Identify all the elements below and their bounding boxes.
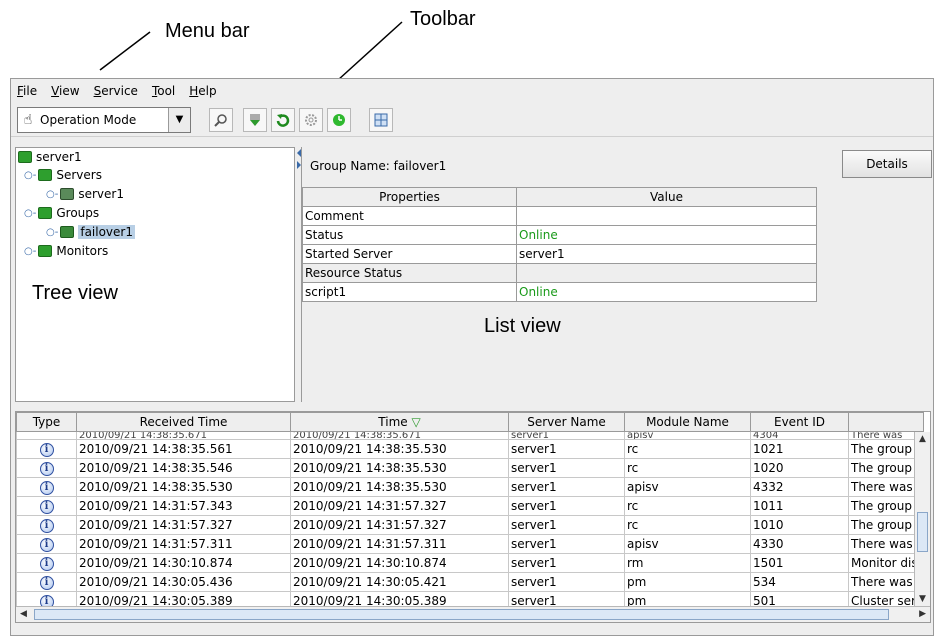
properties-table: Properties Value Comment Status Online S… — [302, 187, 817, 302]
info-icon: i — [39, 519, 54, 533]
scroll-thumb[interactable] — [917, 512, 928, 552]
gear-icon — [305, 113, 317, 126]
menu-help[interactable]: Help — [189, 84, 216, 98]
refresh-icon — [276, 113, 290, 127]
table-row[interactable]: i 2010/09/21 14:31:57.343 2010/09/21 14:31… — [16, 496, 924, 516]
mode-select[interactable]: ☝ Operation Mode ▼ — [17, 106, 191, 133]
col-server-name[interactable]: Server Name — [508, 412, 625, 432]
table-row[interactable]: i 2010/09/21 14:30:10.874 2010/09/21 14:30… — [16, 553, 924, 573]
vertical-scrollbar[interactable]: ▲ ▼ — [914, 432, 930, 606]
settings-button[interactable] — [299, 107, 323, 132]
scroll-up-icon[interactable]: ▲ — [919, 434, 926, 444]
pane-layout-button[interactable] — [369, 107, 393, 132]
col-received-time[interactable]: Received Time — [76, 412, 291, 432]
magnifier-icon — [214, 113, 227, 127]
alert-log-view: Type Received Time Time ▽ Server Name Mo… — [15, 411, 931, 623]
tree-monitors[interactable]: ○- Monitors — [24, 244, 108, 258]
info-icon: i — [39, 500, 54, 514]
toolbar-callout: Toolbar — [410, 8, 476, 30]
scroll-thumb[interactable] — [34, 609, 889, 620]
info-icon: i — [39, 576, 54, 590]
cluster-webui-window: File View Service Tool Help ☝ Operation … — [10, 78, 934, 636]
info-icon: i — [39, 443, 54, 457]
download-icon — [250, 113, 260, 126]
expand-icon[interactable]: ○- — [46, 227, 58, 238]
status-online: Online — [516, 282, 817, 302]
col-event-id[interactable]: Event ID — [750, 412, 849, 432]
sort-descending-icon: ▽ — [411, 415, 421, 429]
menu-view[interactable]: View — [51, 84, 79, 98]
hand-icon: ☝ — [23, 111, 33, 128]
status-online: Online — [516, 225, 817, 245]
chevron-down-icon[interactable]: ▼ — [168, 107, 190, 132]
scroll-left-icon[interactable]: ◀ — [20, 609, 27, 619]
properties-header[interactable]: Properties — [302, 187, 517, 207]
table-row[interactable]: i 2010/09/21 14:30:05.436 2010/09/21 14:30… — [16, 572, 924, 592]
tree-groups[interactable]: ○- Groups — [24, 206, 99, 220]
col-type[interactable]: Type — [16, 412, 77, 432]
tree-group-item[interactable]: ○- failover1 — [46, 225, 135, 239]
clock-icon — [333, 113, 345, 126]
info-icon: i — [39, 557, 54, 571]
failover-group-icon — [60, 226, 75, 238]
menu-bar-callout: Menu bar — [165, 20, 250, 42]
mode-select-label: Operation Mode — [40, 112, 137, 127]
menu-service[interactable]: Service — [94, 84, 138, 98]
timeinfo-button[interactable] — [327, 107, 351, 132]
table-row[interactable]: 2010/09/21 14:38:35.671 2010/09/21 14:38:… — [16, 431, 924, 440]
menu-tool[interactable]: Tool — [152, 84, 175, 98]
col-module-name[interactable]: Module Name — [624, 412, 751, 432]
expand-icon[interactable]: ○- — [24, 170, 36, 181]
table-row[interactable]: Started Server server1 — [302, 244, 817, 264]
tree-view-callout: Tree view — [32, 282, 118, 304]
tree-view: server1 ○- Servers ○- server1 ○- Groups … — [15, 147, 295, 402]
details-button[interactable]: Details — [842, 150, 932, 178]
server-icon — [60, 188, 75, 200]
table-row[interactable]: i 2010/09/21 14:38:35.561 2010/09/21 14:38… — [16, 439, 924, 459]
menu-file[interactable]: File — [17, 84, 37, 98]
expand-icon[interactable]: ○- — [24, 208, 36, 219]
alert-log-table: Type Received Time Time ▽ Server Name Mo… — [16, 412, 924, 619]
tree-root[interactable]: server1 — [18, 150, 82, 164]
expand-icon[interactable]: ○- — [46, 189, 58, 200]
col-time[interactable]: Time ▽ — [290, 412, 509, 432]
info-icon: i — [39, 538, 54, 552]
tree-servers[interactable]: ○- Servers — [24, 168, 102, 182]
collect-button[interactable] — [243, 107, 267, 132]
scroll-right-icon[interactable]: ▶ — [919, 609, 926, 619]
list-view: Group Name: failover1 Details Properties… — [301, 147, 933, 402]
table-row[interactable]: i 2010/09/21 14:38:35.530 2010/09/21 14:38… — [16, 477, 924, 497]
expand-icon[interactable]: ○- — [24, 246, 36, 257]
list-view-callout: List view — [484, 315, 561, 337]
table-row[interactable]: Comment — [302, 206, 817, 226]
table-row[interactable]: Status Online — [302, 225, 817, 245]
search-button[interactable] — [209, 107, 233, 132]
table-row: Resource Status — [302, 263, 817, 283]
menu-bar: File View Service Tool Help — [11, 79, 933, 103]
info-icon: i — [39, 462, 54, 476]
servers-folder-icon — [38, 169, 53, 181]
info-icon: i — [39, 481, 54, 495]
scroll-down-icon[interactable]: ▼ — [919, 594, 926, 604]
monitors-folder-icon — [38, 245, 53, 257]
toolbar: ☝ Operation Mode ▼ — [11, 103, 933, 137]
horizontal-scrollbar[interactable]: ◀ ▶ — [16, 606, 930, 622]
cluster-icon — [18, 151, 32, 163]
col-message[interactable] — [848, 412, 924, 432]
value-header[interactable]: Value — [516, 187, 817, 207]
table-row[interactable]: script1 Online — [302, 282, 817, 302]
tree-server-item[interactable]: ○- server1 — [46, 187, 124, 201]
grid-icon — [374, 113, 388, 126]
groups-folder-icon — [38, 207, 53, 219]
reload-button[interactable] — [271, 107, 295, 132]
table-row[interactable]: i 2010/09/21 14:38:35.546 2010/09/21 14:38… — [16, 458, 924, 478]
table-row[interactable]: i 2010/09/21 14:31:57.311 2010/09/21 14:31… — [16, 534, 924, 554]
table-row[interactable]: i 2010/09/21 14:31:57.327 2010/09/21 14:31… — [16, 515, 924, 535]
group-name-label: Group Name: failover1 — [310, 159, 447, 173]
